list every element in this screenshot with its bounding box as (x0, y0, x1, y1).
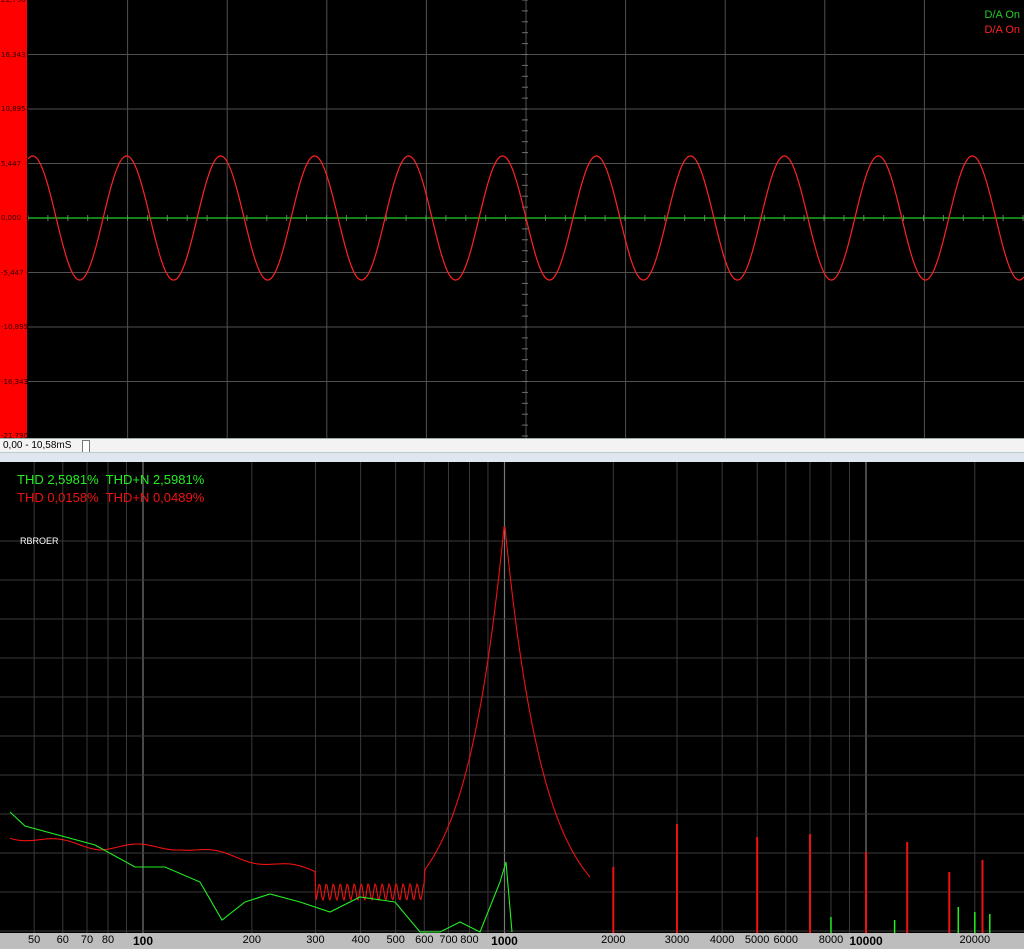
freq-tick-label: 80 (101, 934, 115, 946)
freq-tick-label: 8000 (818, 934, 844, 946)
freq-tick-label: 2000 (601, 934, 626, 946)
freq-tick-label: 100 (132, 934, 154, 948)
y-tick-label: -16,343 (1, 377, 29, 386)
freq-tick-label: 300 (306, 934, 325, 946)
freq-tick-label: 4000 (709, 934, 735, 946)
time-range-label: 0,00 - 10,58mS (3, 440, 72, 451)
spectrum-green (9, 811, 513, 933)
freq-tick-label: 600 (415, 934, 434, 946)
freq-tick-label: 500 (386, 934, 405, 946)
freq-tick-label: 400 (351, 934, 370, 946)
freq-tick-label: 800 (460, 934, 479, 946)
freq-tick-label: 1000 (491, 934, 518, 948)
freq-tick-label: 5000 (744, 934, 770, 946)
freq-tick-label: 6000 (773, 934, 799, 946)
spectrum-plot (0, 462, 1024, 933)
waveform-plot (28, 0, 1024, 438)
freq-tick-label: 700 (439, 934, 458, 946)
y-tick-label: 0,000 (1, 214, 22, 222)
thd-readout-green: THD 2,5981% THD+N 2,5981% (17, 472, 205, 487)
y-axis-scale[interactable]: 21,790 16,343 10,895 5,447 0,000 -5,447 -10,89… (0, 0, 29, 440)
legend-entry: D/A On (984, 24, 1020, 36)
y-tick-label: 21,790 (1, 0, 26, 4)
spectrum-panel: THD 2,5981% THD+N 2,5981% THD 0,0158% TH… (0, 462, 1024, 949)
thd-readout-red: THD 0,0158% THD+N 0,0489% (17, 490, 205, 505)
watermark-label: RBROER (20, 536, 59, 546)
freq-tick-label: 20000 (959, 934, 991, 946)
oscilloscope-panel: 21,790 16,343 10,895 5,447 0,000 -5,447 -10,89… (0, 0, 1024, 440)
y-tick-label: 16,343 (1, 50, 26, 59)
frequency-axis: 50 60 70 80 100 200 300 400 500 600 700 800 1000 2000… (0, 933, 1024, 949)
freq-tick-label: 50 (28, 934, 41, 946)
y-tick-label: -5,447 (1, 268, 24, 277)
time-scrollbar[interactable]: 0,00 - 10,58mS (0, 438, 1024, 453)
y-tick-label: 10,895 (1, 105, 26, 113)
freq-tick-label: 60 (56, 934, 69, 946)
y-tick-label: 5,447 (1, 159, 22, 168)
freq-tick-label: 70 (80, 934, 94, 946)
spectrum-red (9, 526, 591, 902)
legend-entry: D/A On (984, 9, 1020, 21)
freq-tick-label: 3000 (664, 934, 690, 946)
y-tick-label: -10,895 (1, 323, 29, 331)
freq-tick-label: 10000 (849, 934, 883, 948)
freq-tick-label: 200 (242, 934, 261, 946)
